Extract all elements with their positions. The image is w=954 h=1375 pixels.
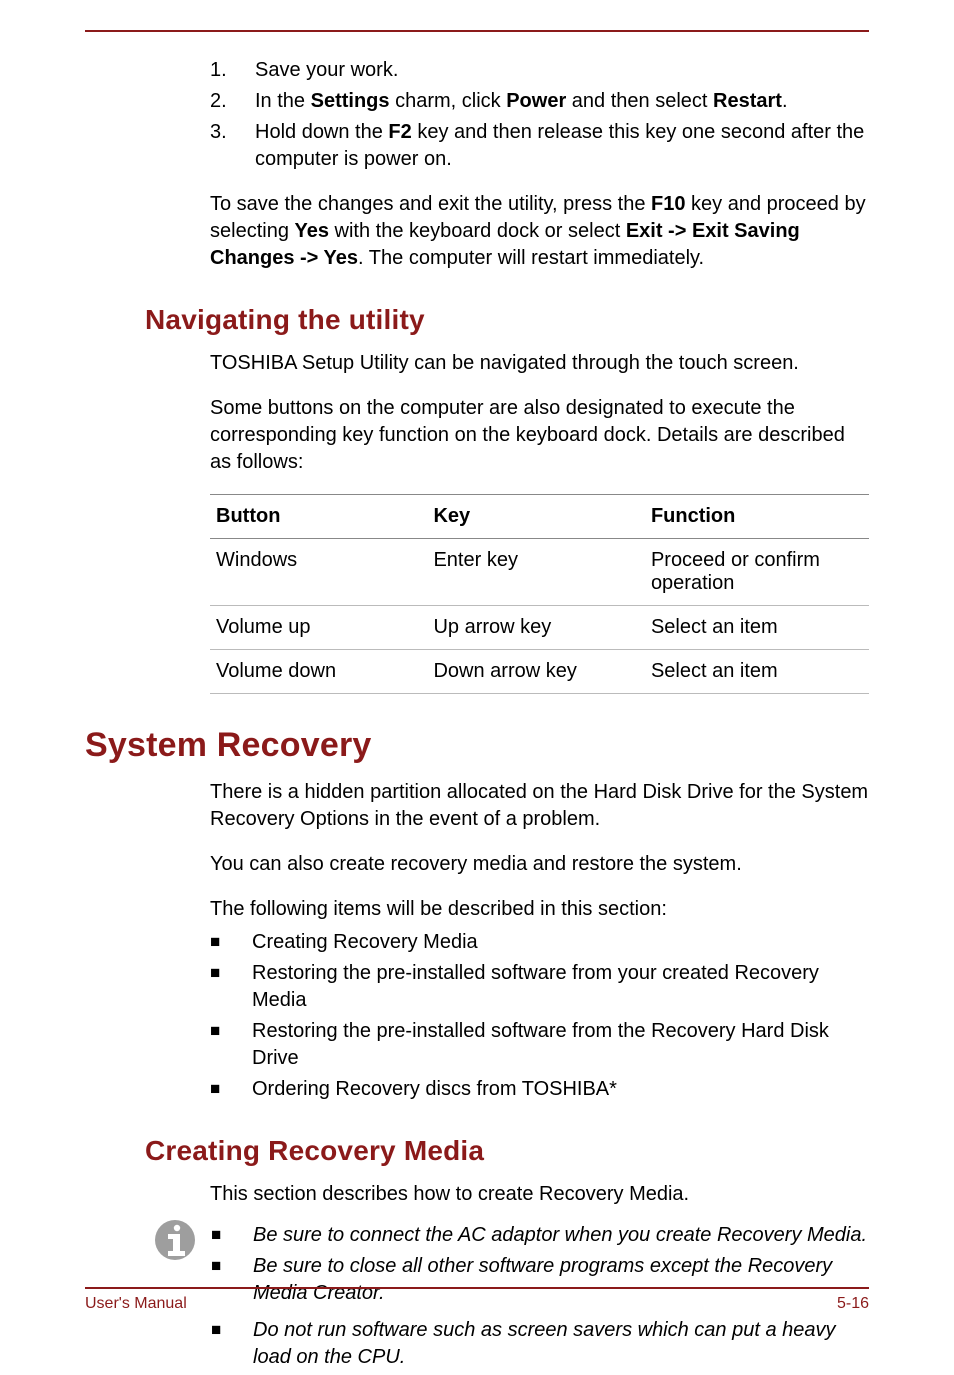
txt: charm, click — [390, 90, 507, 112]
save-changes-paragraph: To save the changes and exit the utility… — [210, 191, 869, 272]
square-bullet-icon: ■ — [211, 1222, 253, 1249]
txt: To save the changes and exit the utility… — [210, 193, 651, 215]
numbered-steps: 1. Save your work. 2. In the Settings ch… — [210, 57, 869, 173]
list-text: Be sure to connect the AC adaptor when y… — [253, 1222, 867, 1249]
list-text: Ordering Recovery discs from TOSHIBA* — [252, 1076, 617, 1103]
list-item: ■Do not run software such as screen save… — [211, 1317, 869, 1371]
list-text: Creating Recovery Media — [252, 929, 478, 956]
txt: In the — [255, 90, 311, 112]
nav-p1: TOSHIBA Setup Utility can be navigated t… — [210, 350, 869, 377]
table-row: Windows Enter key Proceed or confirm ope… — [210, 539, 869, 606]
sysrec-bullet-list: ■Creating Recovery Media ■Restoring the … — [210, 929, 869, 1103]
sysrec-p1: There is a hidden partition allocated on… — [210, 779, 869, 833]
info-icon — [153, 1216, 211, 1267]
cell: Down arrow key — [427, 650, 644, 694]
square-bullet-icon: ■ — [210, 1076, 252, 1103]
txt-bold: Yes — [295, 220, 329, 242]
square-bullet-icon: ■ — [210, 960, 252, 1014]
step-1: 1. Save your work. — [210, 57, 869, 84]
th-button: Button — [210, 495, 427, 539]
heading-creating-recovery-media: Creating Recovery Media — [145, 1135, 869, 1167]
th-key: Key — [427, 495, 644, 539]
cell: Volume down — [210, 650, 427, 694]
footer-right: 5-16 — [837, 1295, 869, 1313]
square-bullet-icon: ■ — [210, 1018, 252, 1072]
list-text: Restoring the pre-installed software fro… — [252, 1018, 869, 1072]
table-row: Volume up Up arrow key Select an item — [210, 606, 869, 650]
txt: with the keyboard dock or select — [329, 220, 626, 242]
list-item: ■Restoring the pre-installed software fr… — [210, 1018, 869, 1072]
step-3: 3. Hold down the F2 key and then release… — [210, 119, 869, 173]
txt: and then select — [566, 90, 713, 112]
cell: Up arrow key — [427, 606, 644, 650]
cell: Volume up — [210, 606, 427, 650]
square-bullet-icon: ■ — [210, 929, 252, 956]
step-2: 2. In the Settings charm, click Power an… — [210, 88, 869, 115]
txt-bold: F2 — [388, 121, 411, 143]
sysrec-p2: You can also create recovery media and r… — [210, 851, 869, 878]
footer-left: User's Manual — [85, 1295, 187, 1313]
cell: Select an item — [645, 606, 869, 650]
sysrec-p3: The following items will be described in… — [210, 896, 869, 923]
heading-navigating: Navigating the utility — [145, 304, 869, 336]
txt: . — [782, 90, 788, 112]
txt-bold: Settings — [311, 90, 390, 112]
list-item: ■Ordering Recovery discs from TOSHIBA* — [210, 1076, 869, 1103]
list-text: Restoring the pre-installed software fro… — [252, 960, 869, 1014]
cell: Proceed or confirm operation — [645, 539, 869, 606]
cell: Select an item — [645, 650, 869, 694]
step-number: 3. — [210, 119, 255, 173]
page-footer: User's Manual 5-16 — [85, 1287, 869, 1313]
txt-bold: F10 — [651, 193, 685, 215]
txt: Hold down the — [255, 121, 388, 143]
txt-bold: Restart — [713, 90, 782, 112]
step-number: 1. — [210, 57, 255, 84]
step-text: Hold down the F2 key and then release th… — [255, 119, 869, 173]
cell: Windows — [210, 539, 427, 606]
step-text: Save your work. — [255, 57, 398, 84]
list-item: ■Creating Recovery Media — [210, 929, 869, 956]
list-text: Do not run software such as screen saver… — [253, 1317, 869, 1371]
top-divider — [85, 30, 869, 32]
list-item: ■Be sure to connect the AC adaptor when … — [211, 1222, 869, 1249]
txt: . The computer will restart immediately. — [358, 247, 704, 269]
table-header-row: Button Key Function — [210, 495, 869, 539]
list-item: ■Restoring the pre-installed software fr… — [210, 960, 869, 1014]
step-number: 2. — [210, 88, 255, 115]
nav-p2: Some buttons on the computer are also de… — [210, 395, 869, 476]
heading-system-recovery: System Recovery — [85, 726, 869, 765]
th-function: Function — [645, 495, 869, 539]
button-key-table: Button Key Function Windows Enter key Pr… — [210, 494, 869, 694]
step-text: In the Settings charm, click Power and t… — [255, 88, 788, 115]
table-row: Volume down Down arrow key Select an ite… — [210, 650, 869, 694]
cell: Enter key — [427, 539, 644, 606]
square-bullet-icon: ■ — [211, 1317, 253, 1371]
txt-bold: Power — [506, 90, 566, 112]
crm-p1: This section describes how to create Rec… — [210, 1181, 869, 1208]
